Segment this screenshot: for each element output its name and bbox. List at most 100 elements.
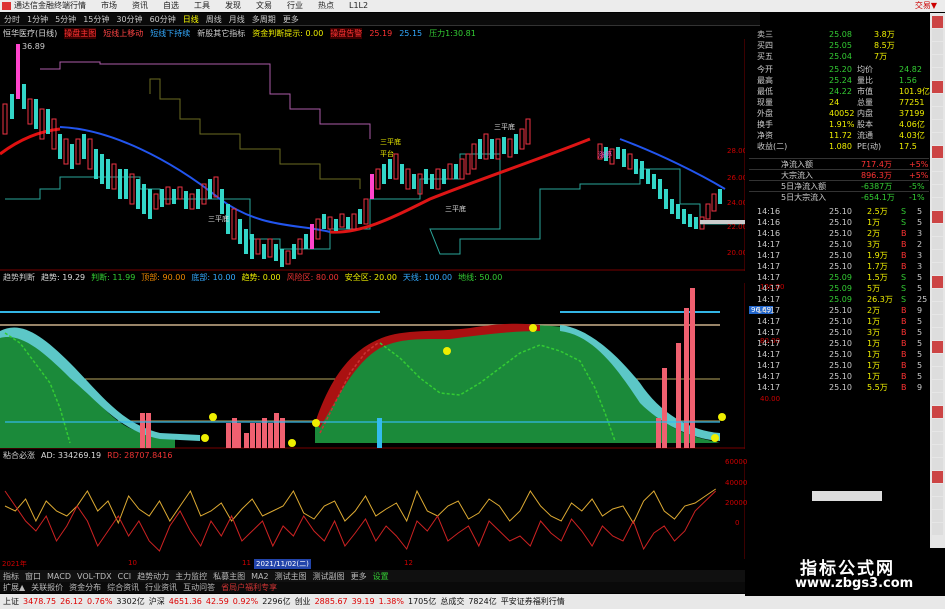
indicator-tab[interactable]: 设置 xyxy=(373,571,389,582)
menu-item[interactable]: 行业 xyxy=(287,0,303,12)
toolbar-button[interactable] xyxy=(932,393,943,405)
toolbar-button[interactable] xyxy=(932,276,943,288)
tf-tab[interactable]: 多周期 xyxy=(252,14,276,25)
index-label[interactable]: 创业 xyxy=(295,596,311,607)
toolbar-button[interactable] xyxy=(932,29,943,41)
tf-tab[interactable]: 分时 xyxy=(4,14,20,25)
tf-tab[interactable]: 5分钟 xyxy=(55,14,76,25)
index-label[interactable]: 上证 xyxy=(3,596,19,607)
toolbar-button[interactable] xyxy=(932,302,943,314)
indicator-tab[interactable]: MA2 xyxy=(251,572,268,581)
toolbar-button[interactable] xyxy=(932,315,943,327)
toolbar-button[interactable] xyxy=(932,432,943,444)
broker-link[interactable]: 平安证券福利行情 xyxy=(501,596,565,607)
toolbar-button[interactable] xyxy=(932,406,943,418)
menu-item[interactable]: 自选 xyxy=(163,0,179,12)
tf-tab-selected[interactable]: 日线 xyxy=(183,14,199,25)
menu-item[interactable]: 资讯 xyxy=(132,0,148,12)
indicator-tab[interactable]: 窗口 xyxy=(25,571,41,582)
menu-item[interactable]: L1L2 xyxy=(349,0,368,12)
index-label[interactable]: 沪深 xyxy=(149,596,165,607)
toolbar-button[interactable] xyxy=(932,484,943,496)
indicator-tab[interactable]: 私募主图 xyxy=(213,571,245,582)
candle xyxy=(262,244,266,259)
toolbar-button[interactable] xyxy=(932,42,943,54)
toolbar-button[interactable] xyxy=(932,289,943,301)
ext-tab[interactable]: 互动问答 xyxy=(183,582,215,593)
indicator-tab[interactable]: 主力监控 xyxy=(175,571,207,582)
ext-tab[interactable]: 省局户福利专享 xyxy=(221,582,277,593)
toolbar-button[interactable] xyxy=(932,120,943,132)
toolbar-button[interactable] xyxy=(932,159,943,171)
toolbar-button[interactable] xyxy=(932,211,943,223)
menu-item[interactable]: 行情 xyxy=(70,0,86,12)
quote-level-row[interactable]: 买四 25.05 8.5万 xyxy=(749,40,929,51)
toolbar-button[interactable] xyxy=(932,250,943,262)
quote-level-row[interactable]: 买五 25.04 7万 xyxy=(749,51,929,62)
ext-tab[interactable]: 扩展▲ xyxy=(3,582,25,593)
tf-tab[interactable]: 60分钟 xyxy=(150,14,176,25)
indicator-tab[interactable]: CCI xyxy=(118,572,132,581)
stock-name[interactable]: 恒华医疗(日线) xyxy=(3,28,57,39)
toolbar-button[interactable] xyxy=(932,81,943,93)
indicator-tab[interactable]: MACD xyxy=(47,572,71,581)
indicator-tab[interactable]: 更多 xyxy=(351,571,367,582)
sub2-label[interactable]: 粘合必涨 xyxy=(3,450,35,461)
toolbar-button[interactable] xyxy=(932,237,943,249)
toolbar-button[interactable] xyxy=(932,510,943,522)
toolbar-button[interactable] xyxy=(932,458,943,470)
toolbar-button[interactable] xyxy=(932,172,943,184)
ext-tab[interactable]: 综合资讯 xyxy=(107,582,139,593)
toolbar-button[interactable] xyxy=(932,445,943,457)
menu-item[interactable]: 市场 xyxy=(101,0,117,12)
candle xyxy=(405,168,411,190)
indicator-tab[interactable]: 测试主图 xyxy=(275,571,307,582)
toolbar-button[interactable] xyxy=(932,16,943,28)
toolbar-button[interactable] xyxy=(932,133,943,145)
toolbar-button[interactable] xyxy=(932,68,943,80)
trend-chart[interactable] xyxy=(0,283,745,449)
toolbar-button[interactable] xyxy=(932,224,943,236)
ext-tab[interactable]: 资金分布 xyxy=(69,582,101,593)
menu-item[interactable]: 热点 xyxy=(318,0,334,12)
tf-tab[interactable]: 周线 xyxy=(206,14,222,25)
tf-tab[interactable]: 15分钟 xyxy=(83,14,109,25)
toolbar-button[interactable] xyxy=(932,263,943,275)
toolbar-button[interactable] xyxy=(932,185,943,197)
ext-tab[interactable]: 关联报价 xyxy=(31,582,63,593)
toolbar-button[interactable] xyxy=(932,55,943,67)
quote-level-row[interactable]: 卖三 25.08 3.8万 xyxy=(749,29,929,40)
toolbar-button[interactable] xyxy=(932,94,943,106)
toolbar-button[interactable] xyxy=(932,107,943,119)
toolbar-button[interactable] xyxy=(932,419,943,431)
toolbar-button[interactable] xyxy=(932,471,943,483)
toolbar-button[interactable] xyxy=(932,146,943,158)
tf-tab[interactable]: 30分钟 xyxy=(116,14,142,25)
price-chart[interactable]: 36.89 三平底 三平底 三平底 三平底 平台 涨停 28.00 26.00 … xyxy=(0,39,745,271)
sub1-label[interactable]: 趋势判断 xyxy=(3,272,35,283)
toolbar-button[interactable] xyxy=(932,367,943,379)
tf-tab[interactable]: 月线 xyxy=(229,14,245,25)
toolbar-button[interactable] xyxy=(932,497,943,509)
toolbar-button[interactable] xyxy=(932,198,943,210)
toolbar-button[interactable] xyxy=(932,328,943,340)
indicator-tab[interactable]: 指标 xyxy=(3,571,19,582)
indicator-tab[interactable]: 趋势动力 xyxy=(137,571,169,582)
ext-tab[interactable]: 行业资讯 xyxy=(145,582,177,593)
indicator-tab[interactable]: VOL-TDX xyxy=(77,572,112,581)
toolbar-button[interactable] xyxy=(932,523,943,535)
menu-item[interactable]: 文易 xyxy=(256,0,272,12)
toolbar-button[interactable] xyxy=(932,354,943,366)
trade-button[interactable]: 交易▼ xyxy=(915,0,937,12)
tf-tab[interactable]: 更多 xyxy=(283,14,299,25)
toolbar-button[interactable] xyxy=(932,380,943,392)
indicator-label[interactable]: 操盘主图 xyxy=(64,27,97,39)
ad-chart[interactable] xyxy=(0,461,745,559)
tf-tab[interactable]: 1分钟 xyxy=(27,14,48,25)
toolbar-button[interactable] xyxy=(932,341,943,353)
menu-item[interactable]: 发现 xyxy=(225,0,241,12)
stat-label: 收益(二) xyxy=(757,142,788,151)
indicator-tab[interactable]: 测试副图 xyxy=(313,571,345,582)
menu-item[interactable]: 工具 xyxy=(194,0,210,12)
popup-button[interactable] xyxy=(812,491,882,501)
